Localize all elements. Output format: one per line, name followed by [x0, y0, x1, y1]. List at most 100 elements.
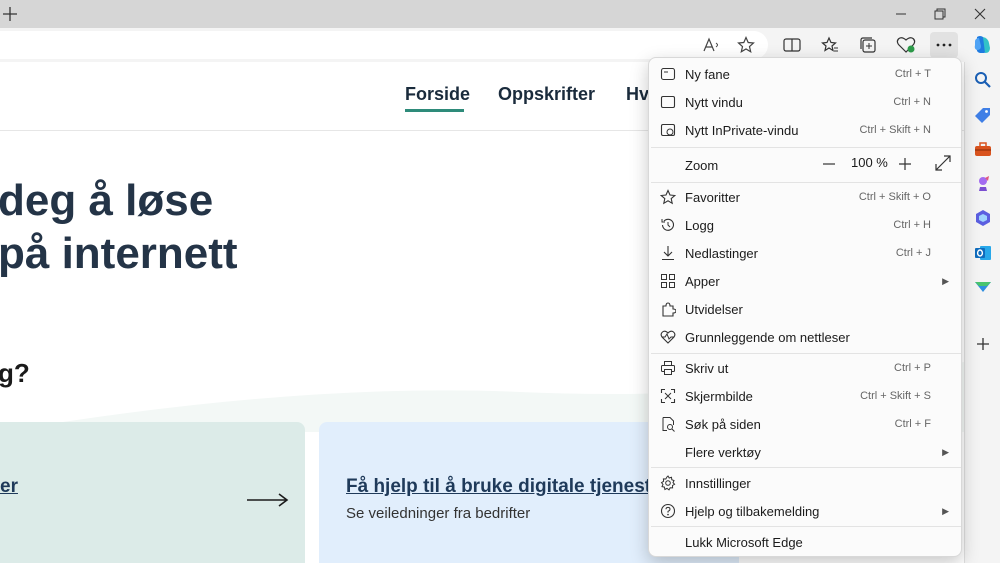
chess-piece-icon — [979, 176, 989, 191]
zoom-label: Zoom — [685, 157, 719, 173]
menu-item-shortcut: Ctrl + Skift + O — [858, 191, 931, 203]
nav-active-underline — [405, 109, 464, 112]
menu-item-shortcut: Ctrl + H — [893, 219, 931, 231]
new-tab-button[interactable] — [0, 2, 22, 26]
sidebar-office-button[interactable] — [971, 206, 995, 230]
menu-item-new-inprivate-window[interactable]: Nytt InPrivate-vindu Ctrl + Skift + N — [649, 116, 961, 144]
gear-icon — [659, 473, 677, 493]
collections-button[interactable] — [854, 32, 882, 58]
close-window-button[interactable] — [960, 0, 1000, 28]
screenshot-icon — [659, 386, 677, 406]
menu-item-shortcut: Ctrl + Skift + S — [860, 390, 931, 402]
close-icon — [974, 8, 986, 20]
menu-separator — [651, 467, 961, 468]
split-screen-icon — [783, 38, 801, 52]
zoom-in-button[interactable] — [897, 156, 913, 175]
edge-sidebar — [964, 62, 1000, 563]
menu-separator — [651, 526, 961, 527]
menu-item-shortcut: Ctrl + N — [893, 96, 931, 108]
chevron-right-icon: ▶ — [942, 446, 949, 457]
menu-item-more-tools[interactable]: Flere verktøy ▶ — [649, 438, 961, 466]
menu-item-settings[interactable]: Innstillinger — [649, 469, 961, 497]
hero-line-1: deg å løse — [0, 176, 214, 225]
history-icon — [659, 215, 677, 235]
menu-item-label: Skriv ut — [685, 360, 729, 376]
sidebar-outlook-button[interactable] — [971, 241, 995, 265]
new-window-icon — [659, 92, 677, 112]
menu-item-shortcut: Ctrl + P — [894, 362, 931, 374]
extensions-icon — [659, 299, 677, 319]
menu-item-shortcut: Ctrl + Skift + N — [859, 124, 931, 136]
favorites-icon — [659, 187, 677, 207]
menu-item-label: Flere verktøy — [685, 444, 761, 460]
nav-hv-link[interactable]: Hv — [626, 84, 649, 105]
menu-item-downloads[interactable]: Nedlastinger Ctrl + J — [649, 239, 961, 267]
heart-pulse-icon — [659, 327, 677, 347]
menu-item-shortcut: Ctrl + F — [894, 418, 931, 430]
split-screen-button[interactable] — [778, 32, 806, 58]
question-heading: g? — [0, 358, 30, 388]
menu-item-shortcut: Ctrl + T — [894, 68, 931, 80]
apps-icon — [659, 271, 677, 291]
microsoft-365-icon — [976, 210, 990, 226]
menu-item-label: Logg — [685, 217, 714, 233]
menu-item-extensions[interactable]: Utvidelser — [649, 295, 961, 323]
menu-item-apps[interactable]: Apper ▶ — [649, 267, 961, 295]
restore-button[interactable] — [920, 0, 960, 28]
chevron-right-icon: ▶ — [942, 505, 949, 516]
menu-item-label: Skjermbilde — [685, 388, 753, 404]
menu-separator — [651, 147, 961, 148]
menu-item-label: Søk på siden — [685, 416, 761, 432]
fullscreen-icon — [935, 155, 951, 171]
sidebar-add-button[interactable] — [971, 332, 995, 356]
menu-item-history[interactable]: Logg Ctrl + H — [649, 211, 961, 239]
sidebar-drop-button[interactable] — [971, 275, 995, 299]
sidebar-tools-button[interactable] — [971, 137, 995, 161]
help-icon — [659, 501, 677, 521]
card-title-link[interactable]: Få hjelp til å bruke digitale tjenester — [346, 476, 669, 498]
nav-oppskrifter-link[interactable]: Oppskrifter — [498, 84, 595, 105]
read-aloud-icon — [703, 37, 718, 52]
copilot-icon — [974, 36, 990, 53]
menu-item-new-tab[interactable]: Ny fane Ctrl + T — [649, 60, 961, 88]
more-button[interactable] — [930, 32, 958, 58]
zoom-out-button[interactable] — [821, 156, 837, 175]
menu-item-find-on-page[interactable]: Søk på siden Ctrl + F — [649, 410, 961, 438]
copilot-button[interactable] — [968, 32, 996, 58]
toolbox-icon — [975, 142, 991, 156]
menu-item-help-feedback[interactable]: Hjelp og tilbakemelding ▶ — [649, 497, 961, 525]
sidebar-shopping-button[interactable] — [971, 103, 995, 127]
star-icon — [737, 36, 755, 54]
read-aloud-button[interactable] — [698, 32, 726, 58]
menu-item-new-window[interactable]: Nytt vindu Ctrl + N — [649, 88, 961, 116]
shopping-tag-icon — [975, 108, 990, 123]
settings-menu: Ny fane Ctrl + T Nytt vindu Ctrl + N Nyt… — [648, 57, 962, 557]
heart-pulse-icon — [896, 37, 916, 53]
sidebar-games-button[interactable] — [971, 172, 995, 196]
nav-forside-link[interactable]: Forside — [405, 84, 470, 105]
menu-item-favorites[interactable]: Favoritter Ctrl + Skift + O — [649, 183, 961, 211]
menu-item-shortcut: Ctrl + J — [895, 247, 931, 259]
menu-item-close-edge[interactable]: Lukk Microsoft Edge — [649, 528, 961, 556]
browser-essentials-button[interactable] — [892, 32, 920, 58]
new-tab-icon — [659, 64, 677, 84]
sidebar-search-button[interactable] — [971, 68, 995, 92]
menu-item-label: Nytt vindu — [685, 94, 743, 110]
menu-item-print[interactable]: Skriv ut Ctrl + P — [649, 354, 961, 382]
favorites-button[interactable] — [816, 32, 844, 58]
menu-item-browser-essentials[interactable]: Grunnleggende om nettleser — [649, 323, 961, 351]
inprivate-icon — [659, 120, 677, 140]
arrow-right-icon — [247, 493, 289, 507]
favorite-star-button[interactable] — [732, 32, 760, 58]
card-left-link[interactable]: er — [0, 476, 18, 498]
fullscreen-button[interactable] — [934, 154, 952, 175]
menu-item-label: Innstillinger — [685, 475, 751, 491]
more-icon — [936, 43, 952, 47]
restore-icon — [934, 8, 946, 20]
hero-heading: deg å løse på internett — [0, 174, 238, 280]
minimize-button[interactable] — [881, 0, 921, 28]
address-bar[interactable] — [0, 31, 768, 59]
menu-item-screenshot[interactable]: Skjermbilde Ctrl + Skift + S — [649, 382, 961, 410]
favorites-icon — [821, 36, 838, 52]
menu-item-label: Hjelp og tilbakemelding — [685, 503, 820, 519]
